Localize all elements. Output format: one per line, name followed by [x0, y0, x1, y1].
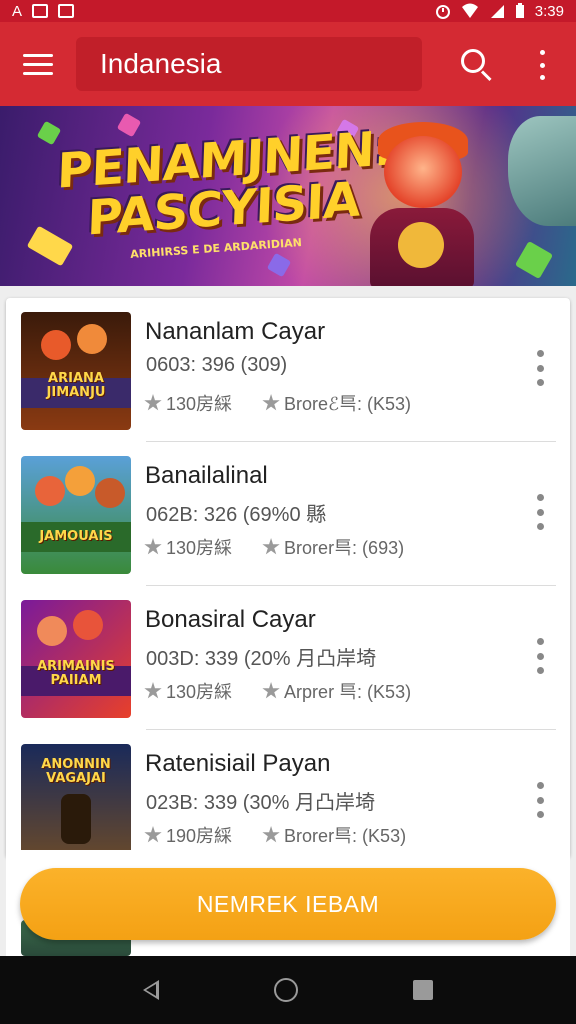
game-meta: 0603: 396 (309): [146, 354, 288, 376]
game-meta: 062B: 326 (69%0 縣: [146, 504, 327, 526]
status-bar-right: 3:39: [435, 3, 564, 20]
status-bar-left: A: [12, 2, 75, 20]
game-stats: 130房綵 Arprer 巪: (K53): [144, 678, 411, 704]
alarm-icon: [435, 5, 450, 19]
thumbnail-text: ANONNIN VAGAJAI: [41, 757, 111, 786]
status-bar: A 3:39: [0, 0, 576, 22]
game-thumbnail[interactable]: ARIANA JIMANJU: [21, 312, 131, 430]
game-stats: 130房綵 Broreℰ巪: (K53): [144, 390, 411, 416]
game-stats: 190房綵 Brorer巪: (K53): [144, 822, 406, 848]
game-thumbnail[interactable]: ARIMAINIS PAIIAM: [21, 600, 131, 718]
game-thumbnail[interactable]: JAMOUAIS: [21, 456, 131, 574]
primary-action-button[interactable]: NEMREK IEBAM: [20, 868, 556, 940]
banner-gem: [116, 112, 142, 138]
game-rating: 130房綵: [166, 682, 233, 702]
game-title: Nananlam Cayar: [145, 318, 326, 345]
game-rating: 130房綵: [166, 394, 233, 414]
more-vert-icon[interactable]: [532, 50, 552, 80]
game-title: Ratenisiail Payan: [145, 750, 331, 777]
notification-square-icon: [58, 4, 75, 18]
game-meta: 023B: 339 (30% 月凸岸埼: [146, 792, 375, 814]
list-item[interactable]: ANONNIN VAGAJAI Ratenisiail Payan 023B: …: [6, 730, 570, 858]
wifi-icon: [461, 3, 478, 18]
thumbnail-text: ARIANA JIMANJU: [46, 371, 106, 400]
signal-icon: [490, 5, 504, 18]
menu-icon[interactable]: [0, 22, 76, 106]
star-icon: [262, 538, 280, 555]
app-bar: Indanesia: [0, 22, 576, 106]
game-extra: Brorer巪: (693): [284, 538, 405, 558]
more-vert-icon[interactable]: [534, 350, 546, 386]
more-vert-icon[interactable]: [534, 494, 546, 530]
game-meta: 003D: 339 (20% 月凸岸埼: [146, 648, 377, 670]
game-thumbnail[interactable]: ANONNIN VAGAJAI: [21, 744, 131, 858]
app-title: Indanesia: [100, 48, 222, 79]
game-extra: Brorer巪: (K53): [284, 826, 407, 846]
game-stats: 130房綵 Brorer巪: (693): [144, 534, 404, 560]
star-icon: [144, 538, 162, 555]
recents-icon[interactable]: [412, 980, 433, 1000]
game-title: Bonasiral Cayar: [145, 606, 316, 633]
thumbnail-text: JAMOUAIS: [39, 529, 113, 544]
battery-icon: [515, 3, 524, 18]
status-time: 3:39: [534, 2, 564, 20]
game-extra: Broreℰ巪: (K53): [284, 394, 411, 414]
list-item[interactable]: ARIMAINIS PAIIAM Bonasiral Cayar 003D: 3…: [6, 586, 570, 730]
star-icon: [144, 394, 162, 411]
home-icon[interactable]: [273, 978, 298, 1002]
star-icon: [262, 682, 280, 699]
star-icon: [262, 826, 280, 843]
star-icon: [144, 682, 162, 699]
mascot-character: [342, 122, 512, 286]
thumbnail-text: ARIMAINIS PAIIAM: [37, 659, 115, 688]
notification-g-icon: [32, 4, 49, 18]
search-field[interactable]: Indanesia: [76, 37, 422, 91]
star-icon: [144, 826, 162, 843]
list-item[interactable]: ARIANA JIMANJU Nananlam Cayar 0603: 396 …: [6, 298, 570, 442]
status-left-text: A: [12, 2, 23, 20]
game-extra: Arprer 巪: (K53): [284, 682, 412, 702]
system-nav-bar: [0, 956, 576, 1024]
back-icon[interactable]: [143, 980, 160, 1000]
game-rating: 130房綵: [166, 538, 233, 558]
more-vert-icon[interactable]: [534, 638, 546, 674]
game-rating: 190房綵: [166, 826, 233, 846]
game-title: Banailalinal: [145, 462, 268, 489]
search-icon[interactable]: [458, 46, 494, 82]
list-item[interactable]: JAMOUAIS Banailalinal 062B: 326 (69%0 縣 …: [6, 442, 570, 586]
star-icon: [262, 394, 280, 411]
promo-banner[interactable]: PENAMJNEN: PASCYISIA ARIHIRSS E DE ARDAR…: [0, 106, 576, 286]
game-list: ARIANA JIMANJU Nananlam Cayar 0603: 396 …: [6, 298, 570, 858]
more-vert-icon[interactable]: [534, 782, 546, 818]
